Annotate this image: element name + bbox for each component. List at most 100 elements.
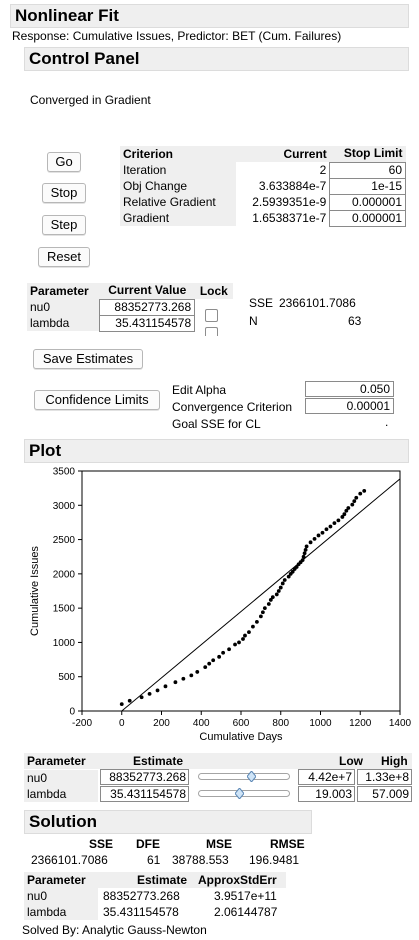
parameter-name: nu0 bbox=[27, 771, 48, 785]
nu0-current-value-field[interactable]: 88352773.268 bbox=[99, 298, 196, 316]
sse-value: 2366101.7086 bbox=[31, 853, 108, 867]
y-tick-label: 2000 bbox=[53, 569, 76, 580]
stop-button[interactable]: Stop bbox=[42, 183, 86, 203]
table-row: Gradient 1.6538371e-7 0.000001 bbox=[120, 209, 406, 227]
nu0-slider-track[interactable] bbox=[198, 773, 290, 780]
edit-alpha-field[interactable]: 0.050 bbox=[305, 381, 394, 397]
parameter-header: Parameter bbox=[27, 283, 100, 299]
solution-title[interactable]: Solution bbox=[24, 810, 312, 834]
nu0-estimate: 88352773.268 bbox=[103, 889, 180, 903]
data-point bbox=[346, 506, 351, 510]
lambda-slider-track[interactable] bbox=[198, 790, 290, 797]
data-point bbox=[251, 624, 255, 629]
data-point bbox=[304, 544, 309, 549]
sol-stderr-header: ApproxStdErr bbox=[198, 873, 277, 887]
data-point bbox=[227, 647, 231, 652]
sol-parameter-header: Parameter bbox=[27, 873, 86, 887]
response-line: Response: Cumulative Issues, Predictor: … bbox=[12, 29, 342, 43]
lambda-current-value-field[interactable]: 35.431154578 bbox=[99, 314, 196, 332]
y-tick-label: 500 bbox=[58, 672, 75, 683]
data-point bbox=[300, 558, 305, 563]
x-tick-label: 0 bbox=[119, 718, 125, 729]
table-row: Obj Change 3.633884e-7 1e-15 bbox=[120, 177, 406, 195]
report-title[interactable]: Nonlinear Fit bbox=[10, 4, 409, 28]
data-point bbox=[280, 581, 285, 586]
iteration-limit-field[interactable]: 60 bbox=[329, 161, 406, 179]
sol-estimate-header: Estimate bbox=[137, 873, 188, 887]
data-point bbox=[301, 554, 306, 559]
rmse-header: RMSE bbox=[270, 837, 305, 851]
convergence-criterion-field[interactable]: 0.00001 bbox=[305, 398, 394, 414]
nu0-high-field[interactable]: 1.33e+8 bbox=[357, 769, 412, 785]
go-button[interactable]: Go bbox=[47, 152, 81, 172]
data-point bbox=[255, 619, 259, 624]
y-tick-label: 1500 bbox=[53, 604, 76, 615]
est-low-header: Low bbox=[339, 754, 363, 768]
data-point bbox=[270, 595, 275, 600]
data-point bbox=[332, 521, 337, 526]
criterion-current: 1.6538371e-7 bbox=[252, 210, 327, 225]
table-row: Relative Gradient 2.5939351e-9 0.000001 bbox=[120, 193, 406, 211]
stop-limit-header: Stop Limit bbox=[329, 146, 406, 162]
nu0-lock-checkbox[interactable] bbox=[205, 309, 218, 322]
data-point bbox=[207, 661, 212, 666]
step-button[interactable]: Step bbox=[42, 215, 86, 235]
data-point bbox=[237, 640, 241, 645]
convergence-status: Converged in Gradient bbox=[30, 93, 151, 107]
confidence-limits-button[interactable]: Confidence Limits bbox=[34, 390, 160, 410]
parameter-name: nu0 bbox=[27, 299, 100, 315]
data-point bbox=[181, 676, 186, 681]
current-header: Current bbox=[235, 146, 330, 162]
current-value-header: Current Value bbox=[99, 283, 195, 299]
save-estimates-button[interactable]: Save Estimates bbox=[33, 349, 143, 369]
parameter-name: lambda bbox=[27, 905, 67, 919]
criterion-name: Obj Change bbox=[120, 178, 236, 194]
data-point bbox=[342, 512, 347, 517]
edit-alpha-label: Edit Alpha bbox=[172, 383, 227, 397]
plot-frame bbox=[81, 470, 401, 712]
data-point bbox=[352, 499, 357, 504]
data-point bbox=[362, 488, 367, 493]
control-panel-title[interactable]: Control Panel bbox=[24, 47, 409, 71]
lambda-estimate-field[interactable]: 35.431154578 bbox=[100, 786, 189, 802]
sse-label: SSE bbox=[249, 296, 274, 310]
data-point bbox=[282, 578, 287, 582]
dfe-header: DFE bbox=[136, 837, 160, 851]
nu0-low-field[interactable]: 4.42e+7 bbox=[298, 769, 355, 785]
data-point bbox=[308, 540, 313, 545]
nu0-slider-thumb[interactable] bbox=[246, 771, 256, 782]
lambda-slider-thumb[interactable] bbox=[234, 788, 244, 799]
data-point bbox=[328, 524, 333, 529]
gradient-limit-field[interactable]: 0.000001 bbox=[329, 209, 406, 227]
obj-change-limit-field[interactable]: 1e-15 bbox=[329, 177, 406, 195]
data-point bbox=[241, 637, 245, 641]
data-point bbox=[258, 614, 263, 619]
data-point bbox=[358, 491, 363, 496]
y-tick-label: 2500 bbox=[53, 535, 76, 546]
n-value: 63 bbox=[348, 314, 362, 328]
lambda-high-field[interactable]: 57.009 bbox=[357, 786, 412, 802]
y-axis-label: Cumulative Issues bbox=[29, 546, 41, 636]
mse-value: 38788.553 bbox=[172, 853, 229, 867]
data-point bbox=[316, 533, 321, 538]
data-point bbox=[260, 610, 265, 615]
convergence-criterion-label: Convergence Criterion bbox=[172, 400, 293, 414]
data-point bbox=[203, 665, 208, 670]
criterion-header: Criterion bbox=[120, 146, 236, 162]
criterion-header-row: Criterion Current Stop Limit bbox=[120, 146, 406, 162]
goal-sse-value: . bbox=[385, 415, 389, 429]
lambda-estimate: 35.431154578 bbox=[103, 905, 179, 919]
data-point bbox=[221, 650, 226, 655]
data-point bbox=[173, 680, 178, 685]
data-point bbox=[217, 654, 222, 659]
relative-gradient-limit-field[interactable]: 0.000001 bbox=[329, 193, 406, 211]
data-point bbox=[320, 530, 325, 535]
x-tick-label: 200 bbox=[153, 718, 170, 729]
lambda-low-field[interactable]: 19.003 bbox=[298, 786, 355, 802]
nu0-estimate-field[interactable]: 88352773.268 bbox=[100, 769, 189, 785]
parameter-header-row: Parameter Current Value Lock bbox=[27, 283, 233, 299]
lambda-lock-checkbox[interactable] bbox=[205, 327, 218, 336]
reset-button[interactable]: Reset bbox=[38, 247, 90, 267]
y-tick-label: 0 bbox=[69, 707, 75, 718]
data-point bbox=[354, 495, 359, 500]
